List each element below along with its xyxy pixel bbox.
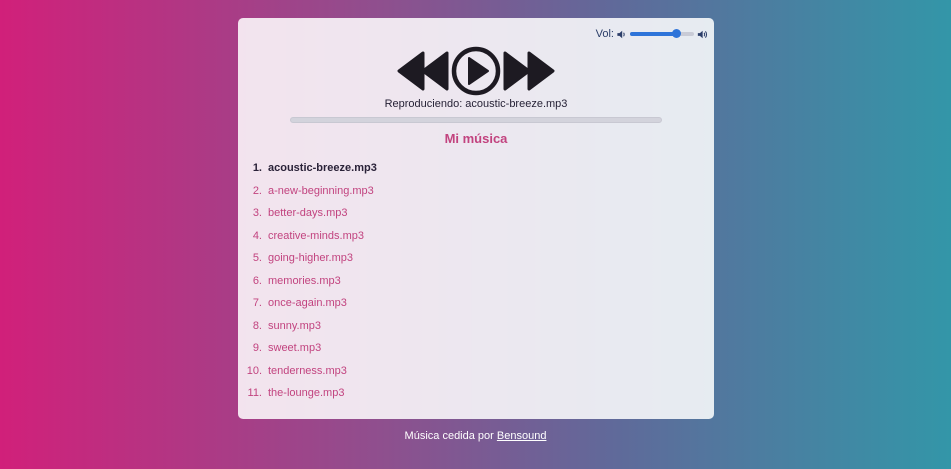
rewind-icon[interactable] <box>396 49 450 93</box>
track-number: 10. <box>246 364 262 377</box>
track-number: 8. <box>252 319 262 332</box>
footer: Música cedida por Bensound <box>0 430 951 442</box>
track-name[interactable]: creative-minds.mp3 <box>268 227 364 245</box>
volume-low-icon[interactable] <box>616 29 627 40</box>
track-number: 2. <box>252 184 262 197</box>
playlist-title: Mi música <box>444 131 508 146</box>
progress-bar[interactable] <box>290 117 662 123</box>
track-name[interactable]: a-new-beginning.mp3 <box>268 182 374 200</box>
track-name[interactable]: going-higher.mp3 <box>268 249 353 267</box>
track-name[interactable]: sunny.mp3 <box>268 317 321 335</box>
bensound-link[interactable]: Bensound <box>497 430 547 442</box>
track-name[interactable]: once-again.mp3 <box>268 294 347 312</box>
track-number: 9. <box>252 342 262 354</box>
track-number: 4. <box>252 229 262 242</box>
track-name[interactable]: sweet.mp3 <box>268 339 321 357</box>
playback-controls <box>395 45 557 97</box>
fast-forward-icon[interactable] <box>502 49 556 93</box>
track-number: 3. <box>252 207 262 219</box>
track-number: 7. <box>252 297 262 309</box>
music-player-card: Vol: Reproduciendo: acoustic-breeze.mp3 … <box>238 18 714 419</box>
volume-slider-knob[interactable] <box>671 29 681 38</box>
track-name[interactable]: acoustic-breeze.mp3 <box>268 159 377 177</box>
volume-slider-fill <box>630 32 677 36</box>
track-name[interactable]: better-days.mp3 <box>268 204 347 222</box>
volume-label: Vol: <box>595 28 614 40</box>
track-name[interactable]: tenderness.mp3 <box>268 362 347 380</box>
play-circle-icon[interactable] <box>450 45 502 97</box>
track-number: 1. <box>252 162 262 174</box>
track-number: 5. <box>252 252 262 264</box>
footer-credit-text: Música cedida por <box>404 430 494 442</box>
volume-control: Vol: <box>596 28 708 40</box>
track-number: 11. <box>247 387 262 399</box>
volume-slider[interactable] <box>630 29 694 38</box>
track-name[interactable]: the-lounge.mp3 <box>268 384 344 402</box>
now-playing-text: Reproduciendo: acoustic-breeze.mp3 <box>384 98 568 110</box>
volume-high-icon[interactable] <box>697 29 708 40</box>
track-name[interactable]: memories.mp3 <box>268 272 341 290</box>
track-number: 6. <box>252 274 262 287</box>
